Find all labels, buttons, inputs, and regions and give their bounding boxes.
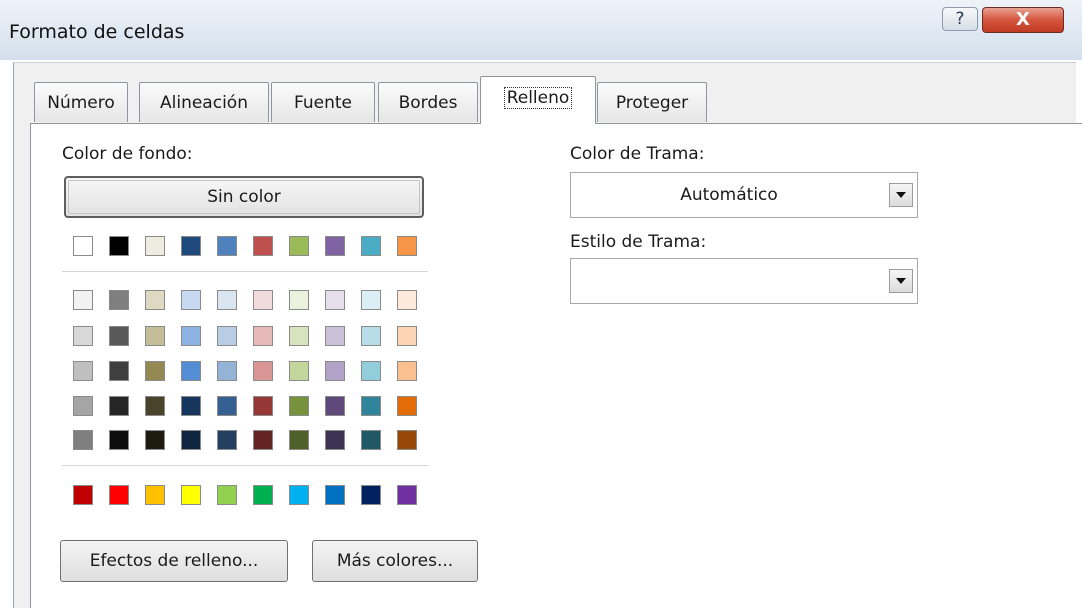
theme-color-swatch[interactable] [325,236,345,256]
shade-color-swatch[interactable] [397,430,417,450]
shade-color-swatch[interactable] [109,326,129,346]
tab-fuente[interactable]: Fuente [271,82,375,122]
shade-color-swatch[interactable] [181,361,201,381]
tab-label: Relleno [503,87,573,109]
shade-color-swatch[interactable] [73,326,93,346]
theme-color-swatch[interactable] [253,236,273,256]
tab-label: Fuente [294,93,352,113]
shade-color-swatch[interactable] [181,290,201,310]
shade-color-swatch[interactable] [109,396,129,416]
tab-numero[interactable]: Número [34,82,128,122]
shade-color-swatch[interactable] [217,396,237,416]
pattern-color-dropdown[interactable]: Automático [570,172,918,218]
shade-color-swatch[interactable] [289,396,309,416]
pattern-color-value: Automático [680,185,778,205]
shade-color-swatch[interactable] [181,430,201,450]
window-title: Formato de celdas [9,21,185,43]
theme-color-swatch[interactable] [145,236,165,256]
fill-effects-button[interactable]: Efectos de relleno... [60,540,288,582]
shade-color-swatch[interactable] [325,361,345,381]
pattern-color-label: Color de Trama: [570,144,705,164]
shade-color-swatch[interactable] [109,290,129,310]
standard-color-swatch[interactable] [289,485,309,505]
help-button[interactable]: ? [942,7,978,31]
shade-color-swatch[interactable] [325,326,345,346]
theme-color-swatch[interactable] [181,236,201,256]
shade-color-swatch[interactable] [289,430,309,450]
standard-color-swatch[interactable] [73,485,93,505]
shade-color-swatch[interactable] [109,430,129,450]
standard-color-swatch[interactable] [145,485,165,505]
shade-color-swatch[interactable] [397,326,417,346]
tab-label: Proteger [615,93,689,113]
more-colors-button[interactable]: Más colores... [312,540,478,582]
tab-label: Número [47,93,115,113]
chevron-down-icon[interactable] [889,269,913,293]
theme-color-swatch[interactable] [109,236,129,256]
shade-color-swatch[interactable] [361,430,381,450]
shade-color-swatch[interactable] [289,361,309,381]
shade-color-swatch[interactable] [253,430,273,450]
background-color-label: Color de fondo: [62,144,193,164]
pattern-style-label: Estilo de Trama: [570,232,707,252]
shade-color-swatch[interactable] [181,326,201,346]
theme-color-swatch[interactable] [397,236,417,256]
tab-label: Alineación [160,93,248,113]
shade-color-swatch[interactable] [253,326,273,346]
shade-color-swatch[interactable] [325,396,345,416]
standard-color-swatch[interactable] [253,485,273,505]
standard-color-swatch[interactable] [109,485,129,505]
theme-color-swatch[interactable] [73,236,93,256]
shade-color-swatch[interactable] [145,430,165,450]
shade-color-swatch[interactable] [397,396,417,416]
tab-alineacion[interactable]: Alineación [139,82,269,122]
shade-color-swatch[interactable] [217,361,237,381]
shade-color-swatch[interactable] [289,326,309,346]
shade-color-swatch[interactable] [325,430,345,450]
shade-color-swatch[interactable] [73,290,93,310]
shade-color-swatch[interactable] [325,290,345,310]
palette-divider [62,271,428,272]
standard-color-swatch[interactable] [325,485,345,505]
close-button[interactable]: X [982,7,1064,33]
shade-color-swatch[interactable] [397,361,417,381]
standard-color-swatch[interactable] [397,485,417,505]
theme-color-swatch[interactable] [289,236,309,256]
shade-color-swatch[interactable] [397,290,417,310]
palette-divider [62,465,428,466]
shade-color-swatch[interactable] [253,396,273,416]
shade-color-swatch[interactable] [181,396,201,416]
no-color-button[interactable]: Sin color [64,176,424,218]
shade-color-swatch[interactable] [109,361,129,381]
standard-color-swatch[interactable] [181,485,201,505]
shade-color-swatch[interactable] [361,290,381,310]
shade-color-swatch[interactable] [361,326,381,346]
shade-color-swatch[interactable] [145,290,165,310]
standard-color-swatch[interactable] [361,485,381,505]
theme-color-swatch[interactable] [217,236,237,256]
shade-color-swatch[interactable] [145,326,165,346]
theme-color-swatch[interactable] [361,236,381,256]
chevron-down-icon[interactable] [889,183,913,207]
shade-color-swatch[interactable] [361,396,381,416]
tab-bordes[interactable]: Bordes [378,82,478,122]
standard-color-swatch[interactable] [217,485,237,505]
pattern-style-dropdown[interactable] [570,258,918,304]
shade-color-swatch[interactable] [217,290,237,310]
shade-color-swatch[interactable] [217,326,237,346]
shade-color-swatch[interactable] [145,396,165,416]
tab-proteger[interactable]: Proteger [597,82,707,122]
shade-color-swatch[interactable] [361,361,381,381]
tab-relleno[interactable]: Relleno [480,76,596,124]
shade-color-swatch[interactable] [253,361,273,381]
shade-color-swatch[interactable] [73,396,93,416]
shade-color-swatch[interactable] [73,430,93,450]
shade-color-swatch[interactable] [289,290,309,310]
tab-label: Bordes [398,93,458,113]
shade-color-swatch[interactable] [253,290,273,310]
shade-color-swatch[interactable] [217,430,237,450]
title-bar: Formato de celdas ? X [0,0,1082,60]
shade-color-swatch[interactable] [145,361,165,381]
shade-color-swatch[interactable] [73,361,93,381]
